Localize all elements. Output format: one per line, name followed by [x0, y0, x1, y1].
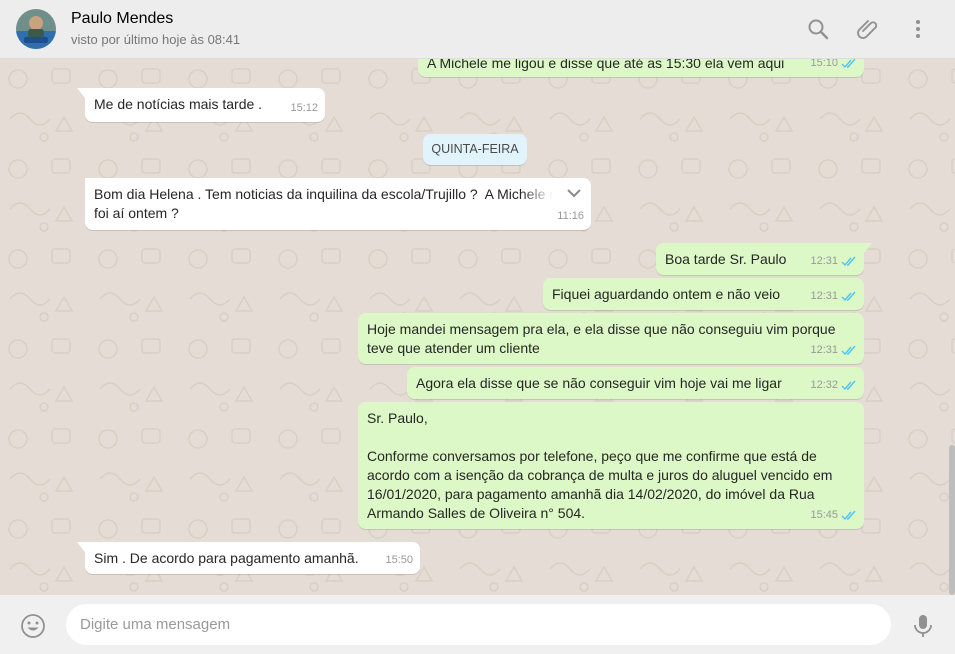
message-bubble-outgoing[interactable]: Hoje mandei mensagem pra ela, e ela diss…	[358, 313, 864, 364]
message-text: A Michele me ligou e disse que até as 15…	[427, 59, 785, 71]
read-receipt-icon	[841, 510, 856, 521]
message-text: Sim . De acordo para pagamento amanhã.	[94, 550, 359, 566]
emoji-icon[interactable]	[20, 613, 46, 639]
message-bubble-incoming[interactable]: Bom dia Helena . Tem noticias da inquili…	[85, 178, 591, 230]
message-time: 15:50	[385, 554, 413, 566]
message-text: Sr. Paulo, Conforme conversamos por tele…	[367, 410, 833, 521]
message-time: 15:10	[810, 59, 838, 69]
last-seen-status: visto por último hoje às 08:41	[71, 32, 241, 47]
message-text: Me de notícias mais tarde .	[94, 96, 263, 112]
read-receipt-icon	[841, 380, 856, 391]
read-receipt-icon	[841, 291, 856, 302]
message-list[interactable]: A Michele me ligou e disse que até as 15…	[0, 59, 955, 595]
message-bubble-incoming[interactable]: Me de notícias mais tarde . 15:12	[77, 88, 325, 122]
chat-header: Paulo Mendes visto por último hoje às 08…	[0, 0, 955, 59]
message-time: 11:16	[557, 210, 584, 222]
message-bubble-outgoing[interactable]: Boa tarde Sr. Paulo 12:31	[656, 243, 872, 275]
contact-avatar[interactable]	[16, 9, 56, 49]
attach-icon[interactable]	[856, 17, 880, 41]
message-text: Fiquei aguardando ontem e não veio	[552, 286, 781, 302]
message-text: Boa tarde Sr. Paulo	[665, 251, 787, 267]
message-bubble-incoming[interactable]: Sim . De acordo para pagamento amanhã. 1…	[77, 542, 420, 574]
message-time: 15:12	[290, 102, 318, 114]
text-fade-overlay	[521, 178, 561, 208]
search-icon[interactable]	[806, 17, 830, 41]
message-text: Agora ela disse que se não conseguir vim…	[416, 375, 782, 391]
message-input-container[interactable]	[66, 604, 891, 645]
read-receipt-icon	[841, 59, 856, 69]
message-time: 12:31	[810, 290, 838, 302]
microphone-icon[interactable]	[910, 613, 936, 639]
message-text: Bom dia Helena . Tem noticias da inquili…	[94, 186, 557, 221]
message-bubble-outgoing[interactable]: Fiquei aguardando ontem e não veio 12:31	[543, 278, 864, 310]
scrollbar-thumb[interactable]	[949, 445, 955, 595]
contact-name[interactable]: Paulo Mendes	[71, 10, 173, 28]
message-text: Hoje mandei mensagem pra ela, e ela diss…	[367, 321, 836, 356]
message-time: 15:45	[810, 509, 838, 521]
message-time: 12:31	[810, 255, 838, 267]
message-composer	[0, 595, 955, 654]
message-bubble-outgoing[interactable]: A Michele me ligou e disse que até as 15…	[418, 59, 864, 77]
message-input[interactable]	[80, 604, 870, 645]
chevron-down-icon[interactable]	[565, 184, 583, 202]
read-receipt-icon	[841, 345, 856, 356]
message-time: 12:31	[810, 344, 838, 356]
menu-icon[interactable]	[906, 17, 930, 41]
date-divider: QUINTA-FEIRA	[423, 134, 527, 165]
read-receipt-icon	[841, 256, 856, 267]
message-bubble-outgoing[interactable]: Sr. Paulo, Conforme conversamos por tele…	[358, 402, 864, 529]
message-bubble-outgoing[interactable]: Agora ela disse que se não conseguir vim…	[407, 367, 864, 399]
message-time: 12:32	[810, 379, 838, 391]
